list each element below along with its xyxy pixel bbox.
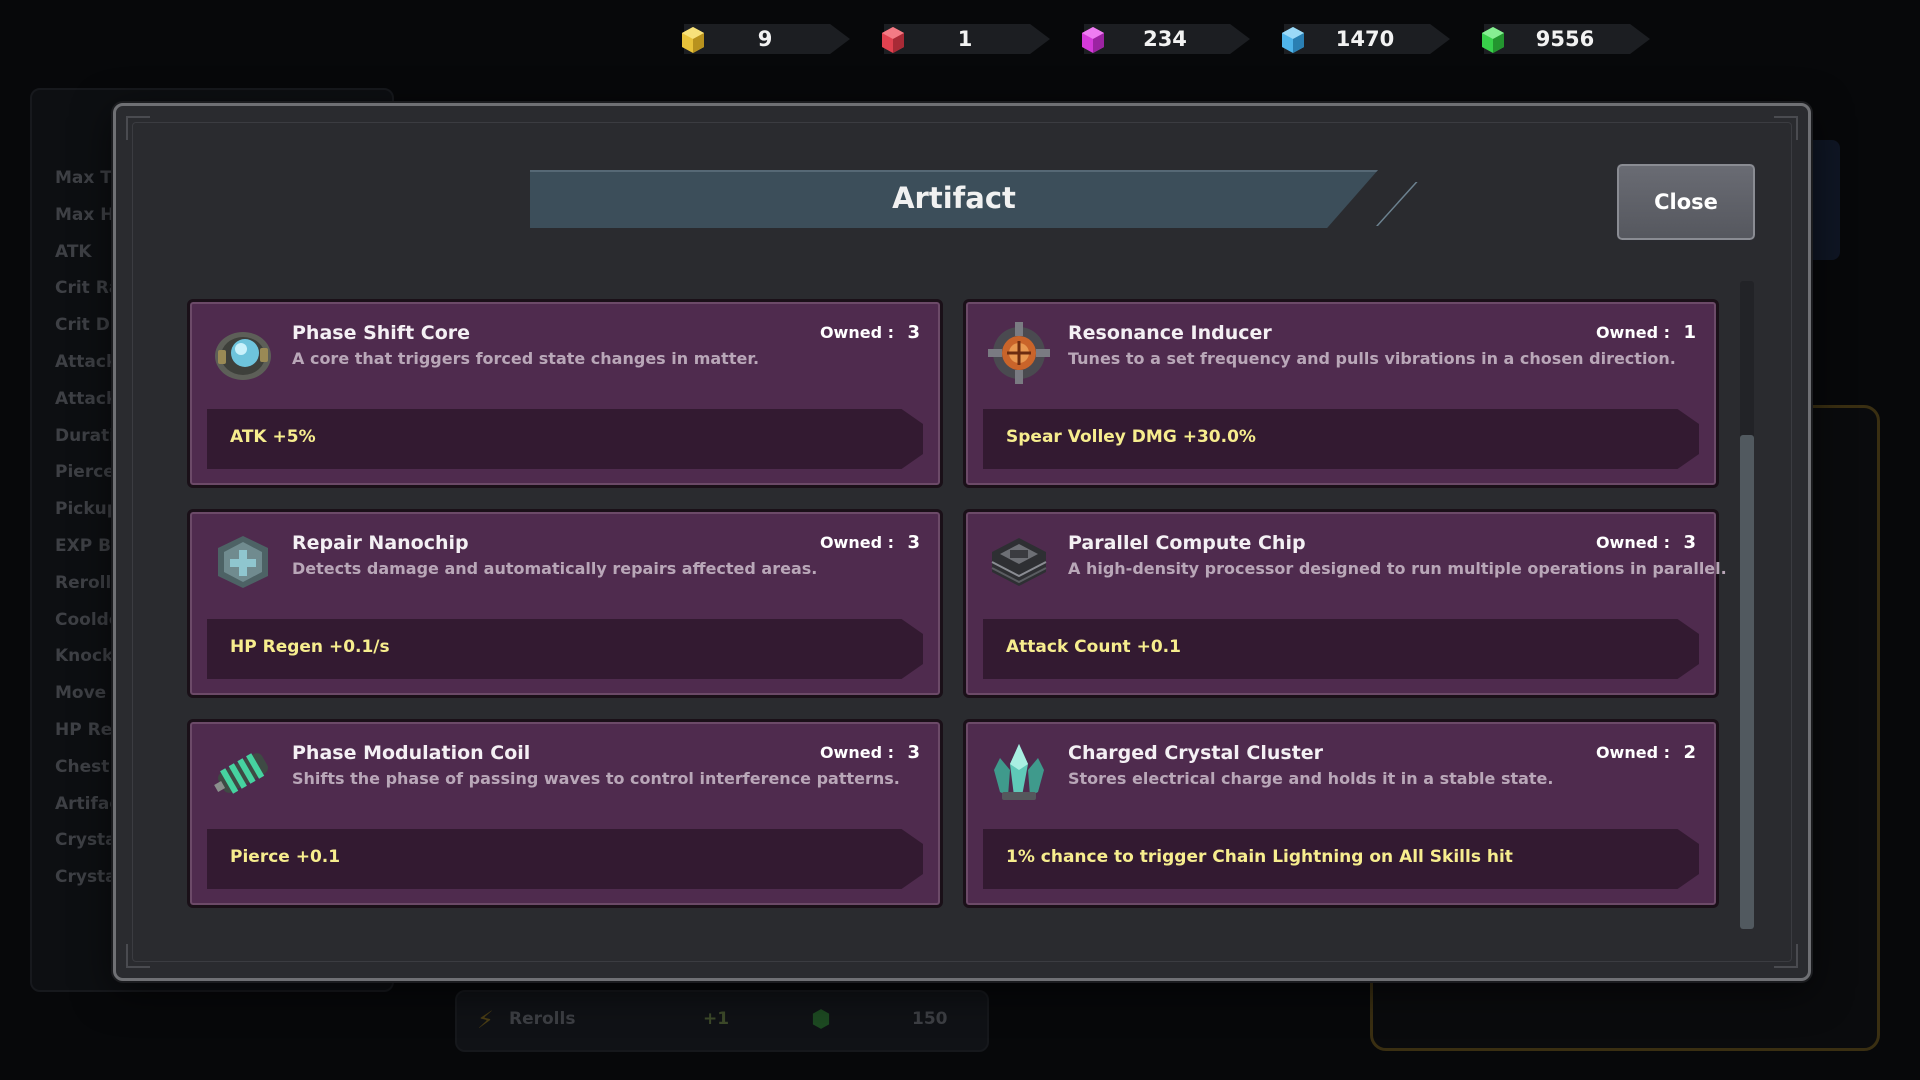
close-button[interactable]: Close <box>1614 161 1758 243</box>
resonance-inducer-icon <box>988 322 1050 384</box>
artifact-card: Repair Nanochip Detects damage and autom… <box>187 509 943 698</box>
repair-nanochip-icon <box>218 536 268 588</box>
blue-gem-icon <box>1282 27 1304 53</box>
reroll-plus: +1 <box>703 1009 730 1029</box>
currency-red: 1 <box>870 20 1058 58</box>
lightning-icon: ⚡ <box>477 1006 494 1034</box>
artifact-card: Phase Modulation Coil Shifts the phase o… <box>187 719 943 908</box>
green-gem-icon <box>1482 27 1504 53</box>
game-screen: Max Ti Max H ATK Crit Ra Crit DN Attack … <box>0 0 1920 1080</box>
currency-value: 9556 <box>1535 27 1595 51</box>
artifact-owned: Owned : 3 <box>820 742 920 763</box>
owned-label: Owned : <box>819 743 894 762</box>
frame-corner <box>1774 116 1798 140</box>
artifact-card: Resonance Inducer Tunes to a set frequen… <box>963 299 1719 488</box>
reroll-bar: ⚡ Rerolls +1 150 <box>455 990 989 1052</box>
artifact-modal: Artifact Close Phase Shift Core A core t… <box>113 103 1811 981</box>
owned-count: 3 <box>1683 532 1696 553</box>
artifact-description: A high-density processor designed to run… <box>1068 559 1727 578</box>
artifact-description: Tunes to a set frequency and pulls vibra… <box>1068 349 1676 368</box>
artifact-description: A core that triggers forced state change… <box>292 349 760 368</box>
currency-value: 1470 <box>1335 27 1395 51</box>
owned-label: Owned : <box>1595 323 1670 342</box>
artifact-owned: Owned : 2 <box>1596 742 1696 763</box>
parallel-compute-chip-icon <box>991 538 1047 586</box>
artifact-effect: ATK +5% <box>230 427 316 447</box>
frame-corner <box>1774 944 1798 968</box>
owned-label: Owned : <box>1595 533 1670 552</box>
modal-title: Artifact <box>892 181 1016 215</box>
artifact-name: Repair Nanochip <box>292 532 469 554</box>
owned-label: Owned : <box>1595 743 1670 762</box>
artifact-owned: Owned : 3 <box>820 532 920 553</box>
artifact-effect: Attack Count +0.1 <box>1006 637 1181 657</box>
currency-value: 1 <box>957 27 973 51</box>
artifact-name: Charged Crystal Cluster <box>1068 742 1324 764</box>
artifact-name: Phase Modulation Coil <box>292 742 531 764</box>
owned-count: 3 <box>907 322 920 343</box>
owned-label: Owned : <box>819 323 894 342</box>
artifact-description: Shifts the phase of passing waves to con… <box>292 769 900 788</box>
artifact-description: Stores electrical charge and holds it in… <box>1068 769 1554 788</box>
artifact-name: Parallel Compute Chip <box>1068 532 1306 554</box>
charged-crystal-cluster-icon <box>994 744 1044 800</box>
reroll-cost: 150 <box>912 1009 948 1029</box>
artifact-card: Charged Crystal Cluster Stores electrica… <box>963 719 1719 908</box>
currency-value: 234 <box>1143 27 1187 51</box>
owned-label: Owned : <box>819 533 894 552</box>
currency-purple: 234 <box>1070 20 1258 58</box>
currency-yellow: 9 <box>670 20 858 58</box>
artifact-name: Phase Shift Core <box>292 322 471 344</box>
phase-modulation-coil-icon <box>214 753 268 794</box>
artifact-effect: Pierce +0.1 <box>230 847 341 867</box>
artifact-effect: HP Regen +0.1/s <box>230 637 390 657</box>
artifact-card: Phase Shift Core A core that triggers fo… <box>187 299 943 488</box>
artifact-owned: Owned : 3 <box>820 322 920 343</box>
artifact-name: Resonance Inducer <box>1068 322 1272 344</box>
artifact-owned: Owned : 1 <box>1596 322 1696 343</box>
currency-blue: 1470 <box>1270 20 1458 58</box>
artifact-card: Parallel Compute Chip A high-density pro… <box>963 509 1727 698</box>
frame-corner <box>126 944 150 968</box>
currency-bar: 9 1 234 1470 9556 <box>670 20 1658 58</box>
frame-corner <box>126 116 150 140</box>
artifact-effect: Spear Volley DMG +30.0% <box>1006 427 1256 447</box>
artifact-owned: Owned : 3 <box>1596 532 1696 553</box>
yellow-gem-icon <box>682 27 704 53</box>
scrollbar-thumb[interactable] <box>1740 435 1754 929</box>
green-gem-icon <box>812 1009 830 1029</box>
scrollbar-track[interactable] <box>1740 281 1754 929</box>
owned-count: 2 <box>1683 742 1696 763</box>
artifact-effect: 1% chance to trigger Chain Lightning on … <box>1006 847 1513 867</box>
owned-count: 1 <box>1683 322 1696 343</box>
owned-count: 3 <box>907 742 920 763</box>
currency-green: 9556 <box>1470 20 1658 58</box>
red-gem-icon <box>882 27 904 53</box>
purple-gem-icon <box>1082 27 1104 53</box>
owned-count: 3 <box>907 532 920 553</box>
artifact-description: Detects damage and automatically repairs… <box>292 559 818 578</box>
reroll-label: Rerolls <box>509 1009 576 1029</box>
phase-shift-core-icon <box>215 332 271 380</box>
currency-value: 9 <box>757 27 773 51</box>
